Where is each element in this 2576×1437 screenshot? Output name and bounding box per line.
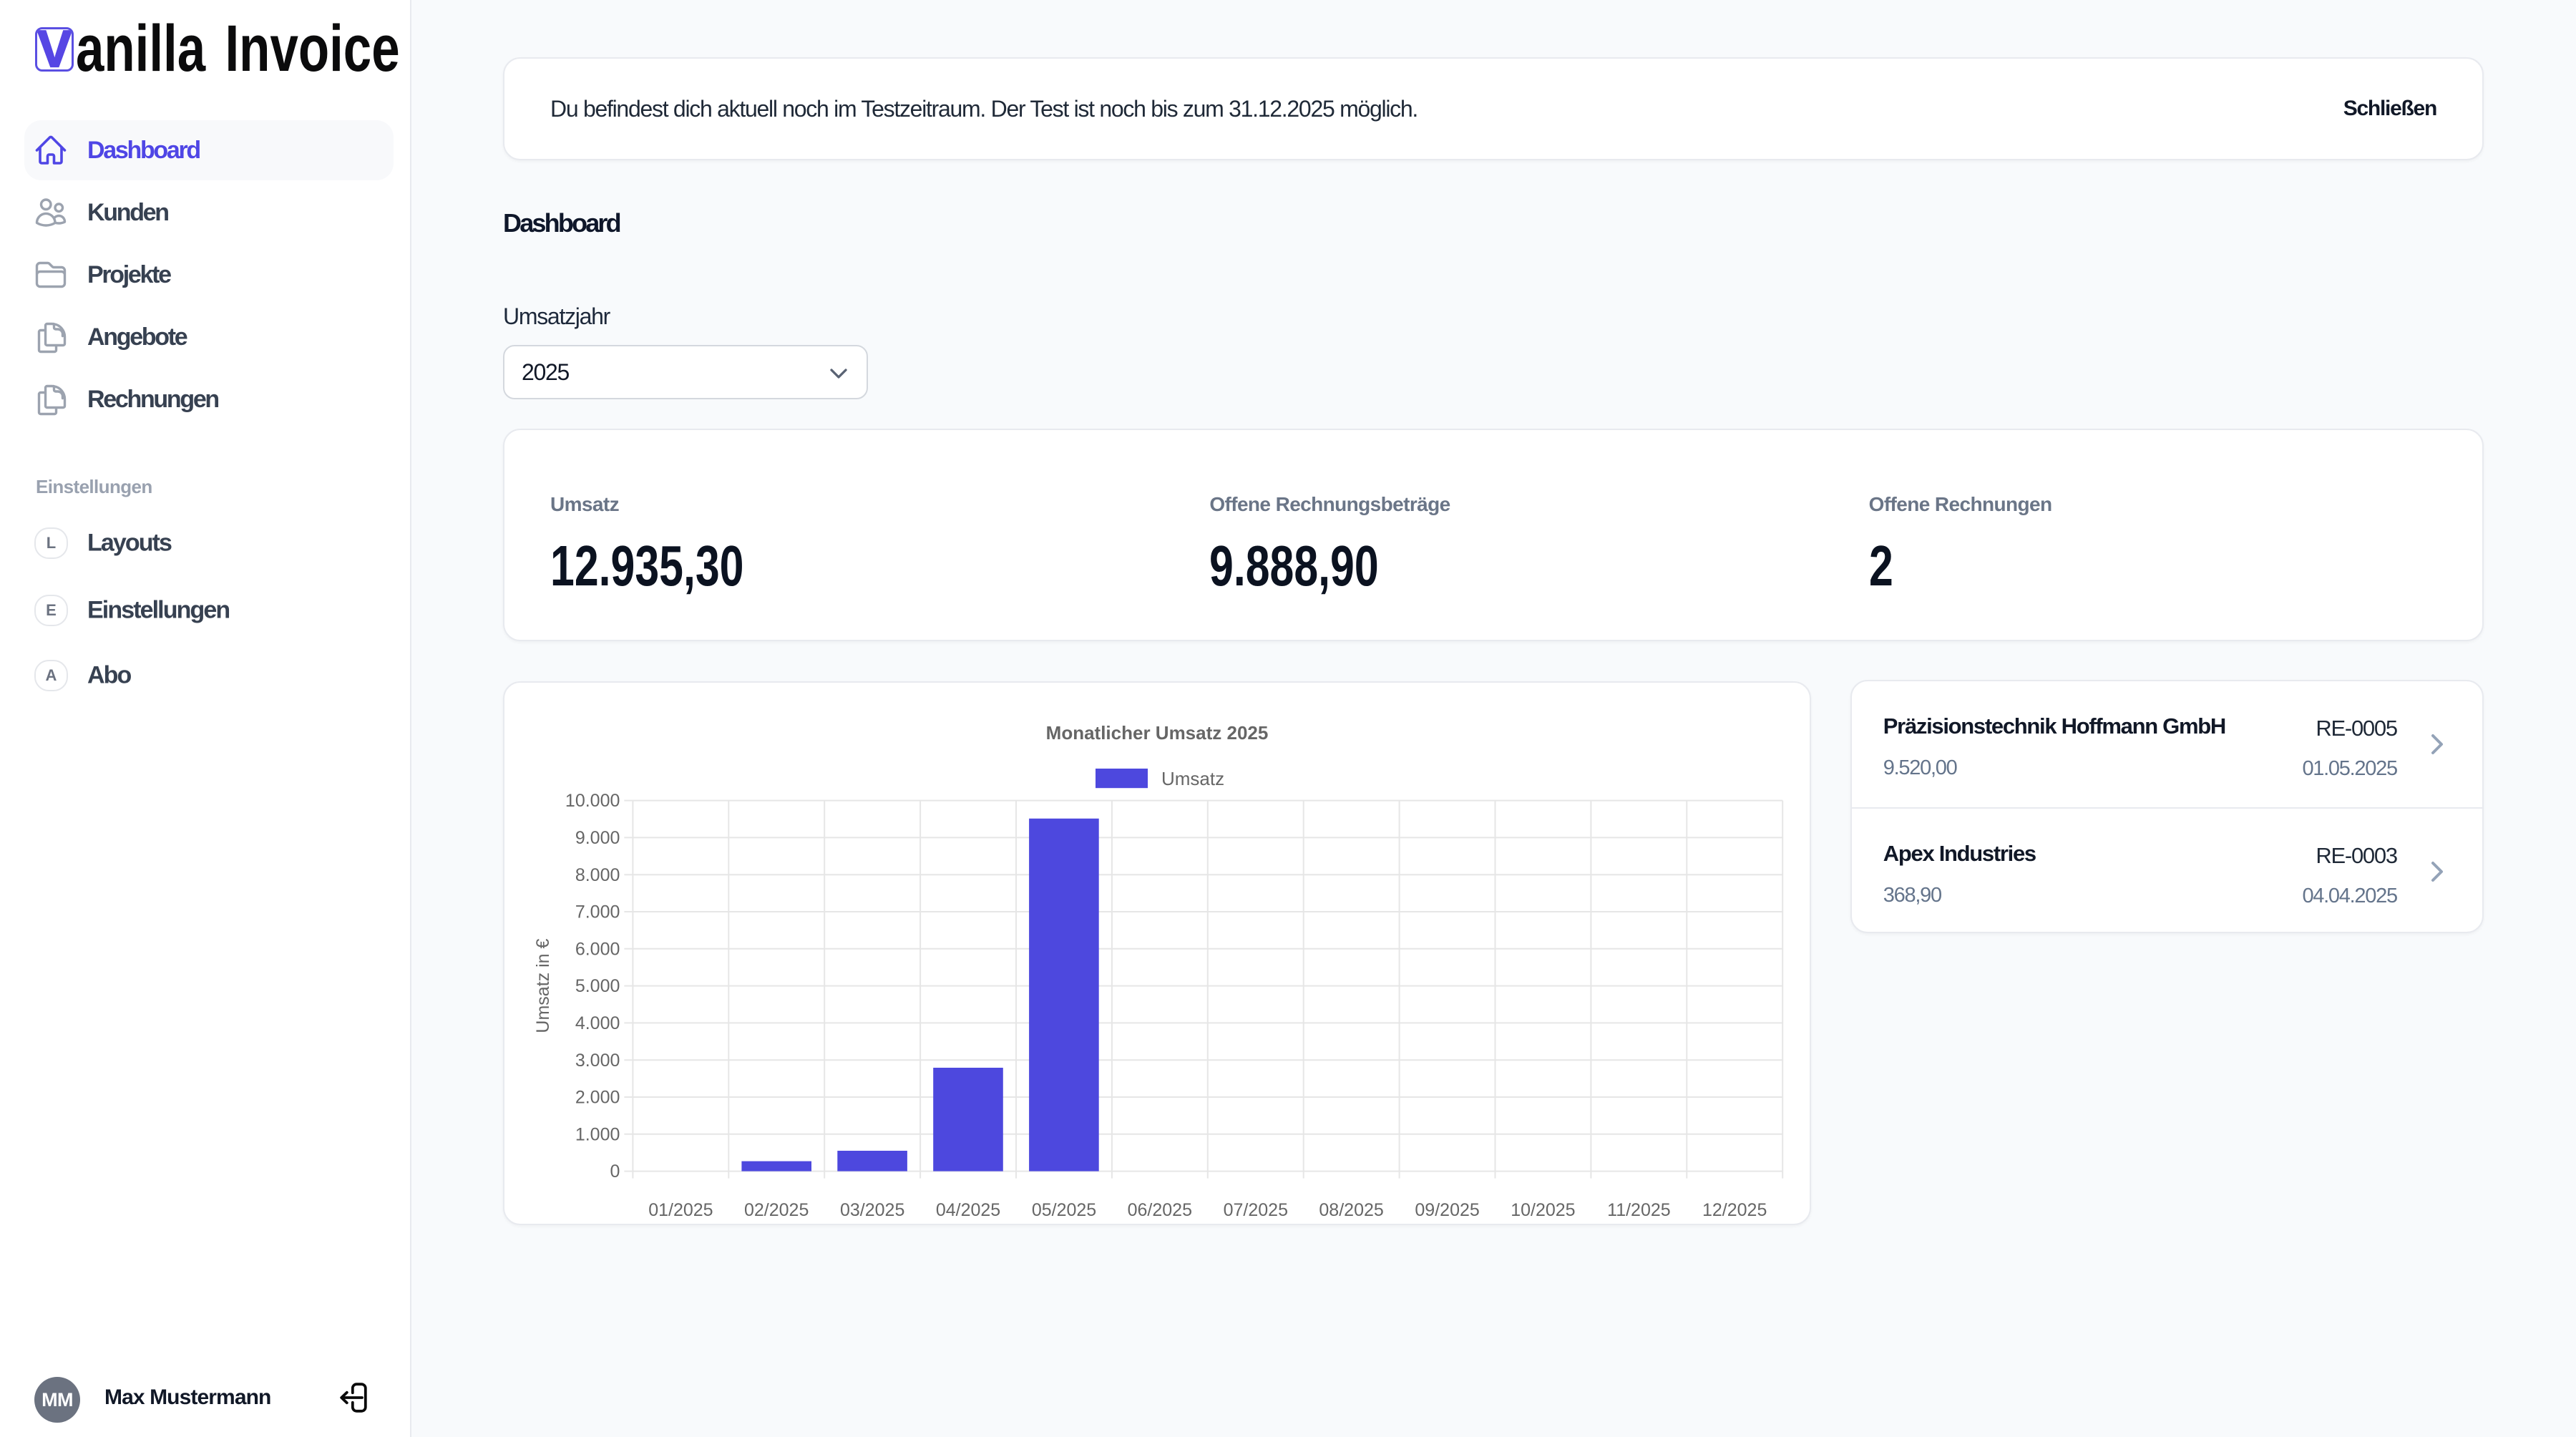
- svg-text:7.000: 7.000: [575, 902, 620, 922]
- svg-text:09/2025: 09/2025: [1415, 1200, 1479, 1220]
- svg-text:Monatlicher Umsatz 2025: Monatlicher Umsatz 2025: [1046, 722, 1269, 744]
- svg-text:04/2025: 04/2025: [936, 1200, 1000, 1220]
- svg-text:3.000: 3.000: [575, 1051, 620, 1071]
- svg-text:Umsatz: Umsatz: [1161, 768, 1224, 789]
- svg-text:05/2025: 05/2025: [1032, 1200, 1096, 1220]
- svg-text:9.000: 9.000: [575, 828, 620, 848]
- svg-text:10.000: 10.000: [565, 791, 620, 811]
- svg-text:0: 0: [610, 1161, 620, 1182]
- svg-text:12/2025: 12/2025: [1702, 1200, 1767, 1220]
- svg-text:02/2025: 02/2025: [744, 1200, 809, 1220]
- svg-text:Umsatz in €: Umsatz in €: [533, 939, 553, 1033]
- svg-text:11/2025: 11/2025: [1607, 1200, 1671, 1220]
- svg-text:10/2025: 10/2025: [1511, 1200, 1575, 1220]
- svg-text:01/2025: 01/2025: [648, 1200, 713, 1220]
- svg-text:07/2025: 07/2025: [1224, 1200, 1288, 1220]
- svg-text:2.000: 2.000: [575, 1088, 620, 1108]
- svg-text:4.000: 4.000: [575, 1013, 620, 1033]
- svg-text:06/2025: 06/2025: [1128, 1200, 1192, 1220]
- svg-text:8.000: 8.000: [575, 865, 620, 885]
- svg-text:5.000: 5.000: [575, 976, 620, 996]
- svg-text:1.000: 1.000: [575, 1124, 620, 1144]
- svg-text:03/2025: 03/2025: [840, 1200, 904, 1220]
- svg-text:08/2025: 08/2025: [1319, 1200, 1383, 1220]
- svg-text:6.000: 6.000: [575, 939, 620, 959]
